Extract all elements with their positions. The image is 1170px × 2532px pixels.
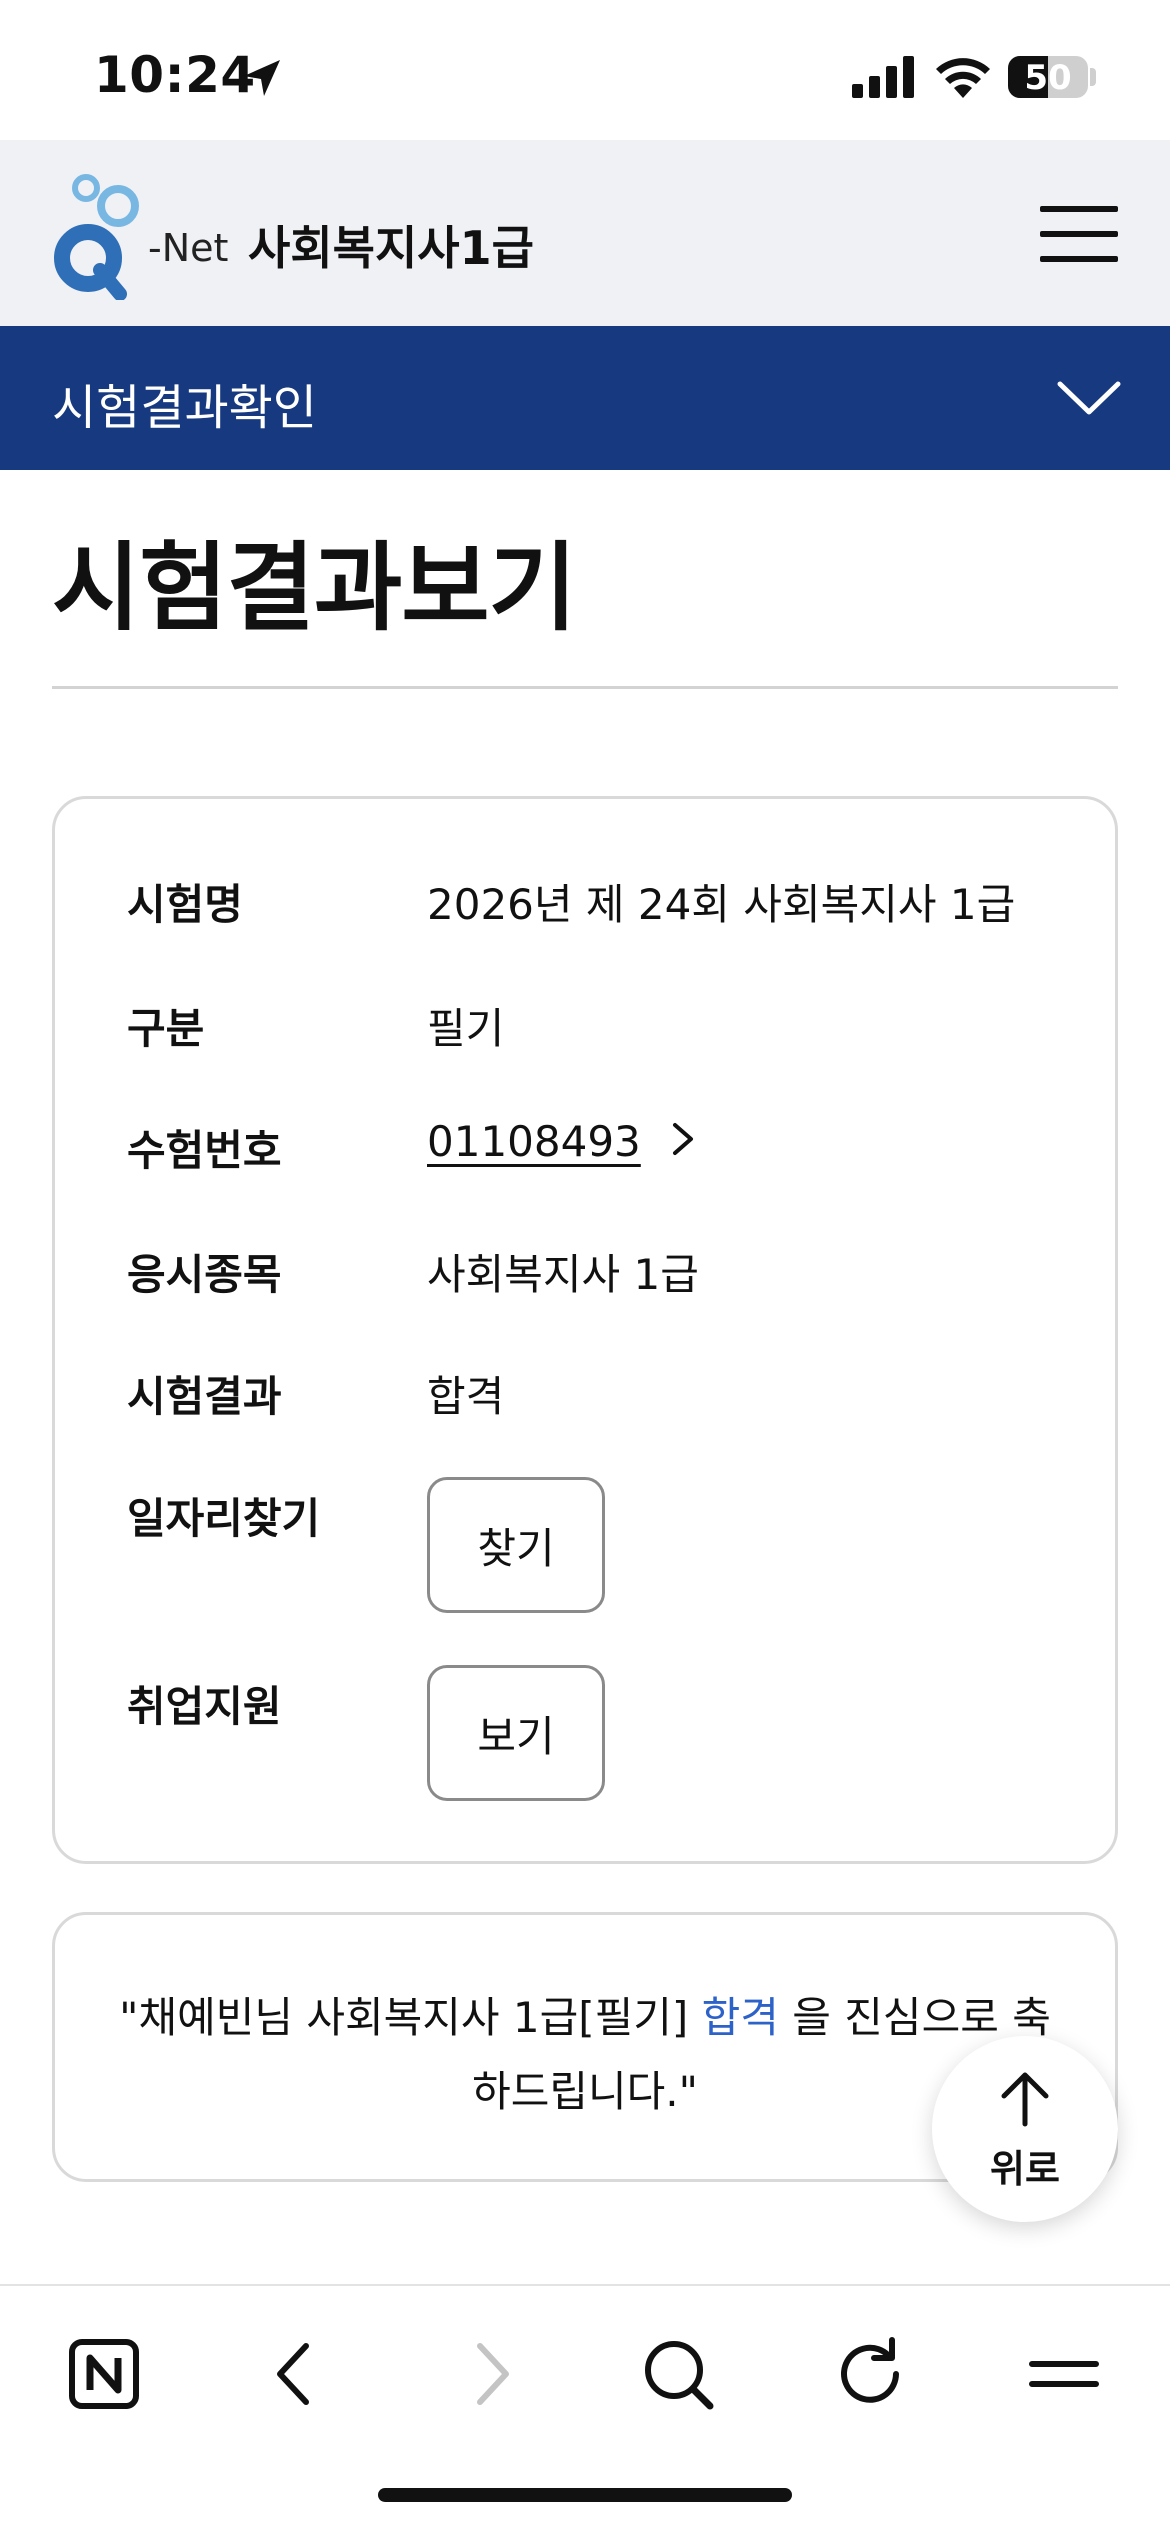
section-dropdown[interactable]: 시험결과확인 xyxy=(0,326,1170,470)
employment-support-button[interactable]: 보기 xyxy=(427,1665,605,1801)
menu-line xyxy=(1040,206,1118,212)
battery-nub xyxy=(1090,68,1096,86)
status-bar: 10:24 50 xyxy=(0,0,1170,140)
menu-line xyxy=(1040,256,1118,262)
exam-name-value: 2026년 제 24회 사회복지사 1급 xyxy=(427,880,1016,929)
employment-support-label: 취업지원 xyxy=(127,1682,282,1731)
status-time: 10:24 xyxy=(94,46,256,104)
reload-icon[interactable] xyxy=(822,2326,918,2422)
subject-label: 응시종목 xyxy=(127,1250,282,1299)
exam-number-link[interactable]: 01108493 xyxy=(427,1117,641,1166)
menu-line xyxy=(1040,231,1118,237)
subject-value: 사회복지사 1급 xyxy=(427,1250,699,1299)
page-title: 시험결과보기 xyxy=(52,532,577,644)
header-title: 사회복지사1급 xyxy=(248,221,534,275)
cellular-signal-icon xyxy=(852,56,914,98)
hamburger-menu-icon[interactable] xyxy=(1040,206,1118,262)
congrats-prefix: "채예빈님 사회복지사 1급[필기] xyxy=(119,1993,702,2042)
naver-home-icon[interactable] xyxy=(56,2326,152,2422)
site-header: -Net 사회복지사1급 xyxy=(0,140,1170,326)
title-divider xyxy=(52,686,1118,689)
exam-result-card: 시험명 2026년 제 24회 사회복지사 1급 구분 필기 수험번호 0110… xyxy=(52,796,1118,1864)
result-value: 합격 xyxy=(427,1372,505,1421)
scroll-top-button[interactable]: 위로 xyxy=(932,2036,1118,2222)
job-search-button[interactable]: 찾기 xyxy=(427,1477,605,1613)
home-indicator xyxy=(378,2488,792,2502)
location-arrow-icon xyxy=(244,60,280,96)
wifi-icon xyxy=(936,58,990,98)
forward-icon xyxy=(477,2343,509,2405)
category-value: 필기 xyxy=(427,1004,505,1053)
exam-number-label: 수험번호 xyxy=(127,1126,282,1175)
arrow-up-icon xyxy=(1001,2072,1049,2127)
search-icon[interactable] xyxy=(630,2326,726,2422)
job-search-label: 일자리찾기 xyxy=(127,1494,321,1543)
back-icon[interactable] xyxy=(248,2326,344,2422)
congrats-highlight: 합격 xyxy=(701,1993,779,2042)
exam-name-label: 시험명 xyxy=(127,880,243,929)
menu-icon[interactable] xyxy=(1016,2326,1112,2422)
category-label: 구분 xyxy=(127,1004,205,1053)
logo-text: -Net xyxy=(148,226,229,270)
section-dropdown-label: 시험결과확인 xyxy=(52,380,317,436)
chevron-right-icon[interactable] xyxy=(669,1117,699,1161)
congratulation-message: "채예빈님 사회복지사 1급[필기] 합격 을 진심으로 축하드립니다." xyxy=(115,1981,1055,2129)
result-label: 시험결과 xyxy=(127,1372,282,1421)
scroll-top-label: 위로 xyxy=(990,2147,1060,2191)
chevron-down-icon xyxy=(1057,381,1121,415)
battery-percent: 50 xyxy=(1024,58,1072,98)
battery-icon: 50 xyxy=(1008,56,1088,98)
